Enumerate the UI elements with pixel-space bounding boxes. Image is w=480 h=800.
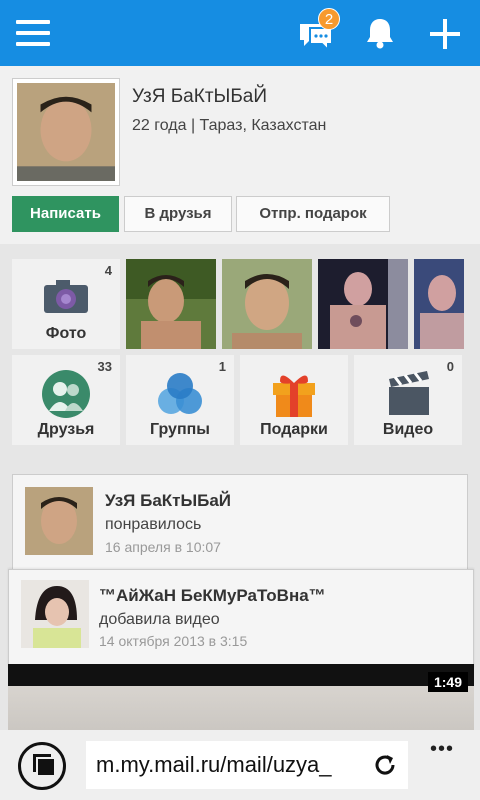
video-preview[interactable]: 1:49 xyxy=(8,664,474,734)
feed-author[interactable]: УзЯ БаКтЫБаЙ xyxy=(105,491,231,511)
profile-info: 22 года | Тараз, Казахстан xyxy=(132,117,327,134)
gifts-section[interactable]: Подарки xyxy=(240,355,348,445)
refresh-icon[interactable] xyxy=(372,752,398,778)
video-section[interactable]: 0 Видео xyxy=(354,355,462,445)
groups-section[interactable]: 1 Группы xyxy=(126,355,234,445)
bell-icon[interactable] xyxy=(364,16,396,50)
friends-label: Друзья xyxy=(37,421,95,438)
photos-label: Фото xyxy=(45,325,87,342)
messages-badge: 2 xyxy=(318,8,340,30)
photo-thumbnail[interactable] xyxy=(318,259,408,349)
video-frame xyxy=(8,686,474,734)
plus-icon[interactable] xyxy=(428,17,462,51)
groups-count: 1 xyxy=(218,359,226,374)
friends-section[interactable]: 33 Друзья xyxy=(12,355,120,445)
groups-label: Группы xyxy=(150,421,210,438)
feed-timestamp: 16 апреля в 10:07 xyxy=(105,539,221,555)
write-message-button[interactable]: Написать xyxy=(12,196,119,232)
feed-author[interactable]: ™АйЖаН БеКМуРаТоВна™ xyxy=(99,586,326,606)
browser-bar: m.my.mail.ru/mail/uzya_ ••• xyxy=(0,730,480,800)
menu-icon[interactable] xyxy=(16,18,50,48)
video-duration: 1:49 xyxy=(427,672,468,692)
clapperboard-icon xyxy=(389,371,429,415)
photos-count: 4 xyxy=(104,263,112,278)
send-gift-button[interactable]: Отпр. подарок xyxy=(236,196,390,232)
photo-thumbnail[interactable] xyxy=(222,259,312,349)
add-friend-button[interactable]: В друзья xyxy=(124,196,232,232)
photo-thumbnail[interactable] xyxy=(414,259,464,349)
feed-action: добавила видео xyxy=(99,611,220,628)
photos-section[interactable]: 4 Фото xyxy=(12,259,120,349)
camera-icon xyxy=(44,280,88,313)
profile-avatar[interactable] xyxy=(12,78,120,186)
feed-timestamp: 14 октября 2013 в 3:15 xyxy=(99,633,248,649)
more-options-icon[interactable]: ••• xyxy=(430,738,454,761)
video-count: 0 xyxy=(446,359,454,374)
photo-thumbnail[interactable] xyxy=(126,259,216,349)
avatar-photo xyxy=(17,83,115,181)
profile-header: УзЯ БаКтЫБаЙ 22 года | Тараз, Казахстан … xyxy=(0,66,480,244)
friends-icon xyxy=(42,370,90,418)
feed-action: понравилось xyxy=(105,516,202,533)
friends-count: 33 xyxy=(97,359,112,374)
feed-avatar[interactable] xyxy=(21,580,89,648)
top-app-bar: 2 xyxy=(0,0,480,66)
feed-item[interactable]: ™АйЖаН БеКМуРаТоВна™ добавила видео 14 о… xyxy=(8,569,474,669)
profile-name: УзЯ БаКтЫБаЙ xyxy=(132,86,268,107)
gifts-label: Подарки xyxy=(260,421,328,438)
tabs-icon[interactable] xyxy=(18,742,66,790)
url-bar[interactable]: m.my.mail.ru/mail/uzya_ xyxy=(86,741,408,789)
feed-item[interactable]: УзЯ БаКтЫБаЙ понравилось 16 апреля в 10:… xyxy=(12,474,468,584)
groups-icon xyxy=(158,373,202,414)
feed-avatar[interactable] xyxy=(25,487,93,555)
gift-icon xyxy=(273,375,315,417)
video-label: Видео xyxy=(382,421,434,438)
